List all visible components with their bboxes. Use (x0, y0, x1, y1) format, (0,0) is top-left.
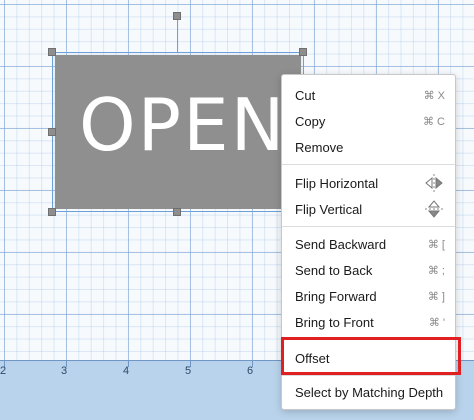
menu-item-shortcut: ⌘ C (423, 115, 445, 128)
flip-horizontal-icon (423, 173, 445, 193)
context-menu: Cut ⌘ X Copy ⌘ C Remove Flip Horizontal … (281, 74, 456, 410)
menu-item-copy[interactable]: Copy ⌘ C (282, 108, 455, 134)
menu-divider (282, 339, 455, 340)
menu-item-shortcut: ⌘ X (423, 89, 445, 102)
menu-item-remove[interactable]: Remove (282, 134, 455, 160)
ruler-label: 5 (185, 365, 192, 377)
menu-item-shortcut: ⌘ [ (427, 238, 445, 251)
menu-item-label: Remove (295, 139, 344, 155)
menu-item-send-to-back[interactable]: Send to Back ⌘ ; (282, 257, 455, 283)
menu-item-shortcut: ⌘ ; (427, 264, 445, 277)
menu-divider (282, 375, 455, 376)
menu-item-label: Flip Vertical (295, 201, 363, 217)
menu-item-label: Bring Forward (295, 288, 377, 304)
menu-item-bring-to-front[interactable]: Bring to Front ⌘ ' (282, 309, 455, 335)
menu-item-offset[interactable]: Offset (282, 345, 455, 371)
menu-item-flip-horizontal[interactable]: Flip Horizontal (282, 170, 455, 196)
menu-item-label: Select by Matching Depth (295, 384, 444, 400)
menu-item-cut[interactable]: Cut ⌘ X (282, 82, 455, 108)
menu-item-label: Flip Horizontal (295, 175, 379, 191)
resize-handle-bottom-middle[interactable] (173, 208, 181, 216)
ruler-label: 4 (123, 365, 130, 377)
menu-item-shortcut: ⌘ ] (427, 290, 445, 303)
menu-item-label: Send to Back (295, 262, 373, 278)
menu-item-label: Send Backward (295, 236, 387, 252)
menu-item-flip-vertical[interactable]: Flip Vertical (282, 196, 455, 222)
menu-item-send-backward[interactable]: Send Backward ⌘ [ (282, 231, 455, 257)
resize-handle-top-right[interactable] (299, 48, 307, 56)
ruler-label: 3 (61, 365, 68, 377)
resize-handle-top-left[interactable] (48, 48, 56, 56)
open-sign-object[interactable]: OPEN (55, 55, 301, 209)
menu-item-bring-forward[interactable]: Bring Forward ⌘ ] (282, 283, 455, 309)
menu-divider (282, 164, 455, 165)
flip-vertical-icon (423, 199, 445, 219)
menu-item-shortcut: ⌘ ' (428, 316, 445, 329)
menu-item-label: Copy (295, 113, 326, 129)
menu-item-label: Bring to Front (295, 314, 374, 330)
rotation-handle-line (177, 16, 178, 52)
menu-item-label: Cut (295, 87, 316, 103)
menu-item-select-by-matching-depth[interactable]: Select by Matching Depth (282, 379, 455, 405)
sign-text: OPEN (79, 83, 287, 167)
resize-handle-bottom-left[interactable] (48, 208, 56, 216)
ruler-label: 2 (0, 365, 7, 377)
menu-divider (282, 226, 455, 227)
ruler-label: 6 (247, 365, 254, 377)
resize-handle-middle-left[interactable] (48, 128, 56, 136)
rotation-handle[interactable] (173, 12, 181, 20)
menu-item-label: Offset (295, 350, 330, 366)
